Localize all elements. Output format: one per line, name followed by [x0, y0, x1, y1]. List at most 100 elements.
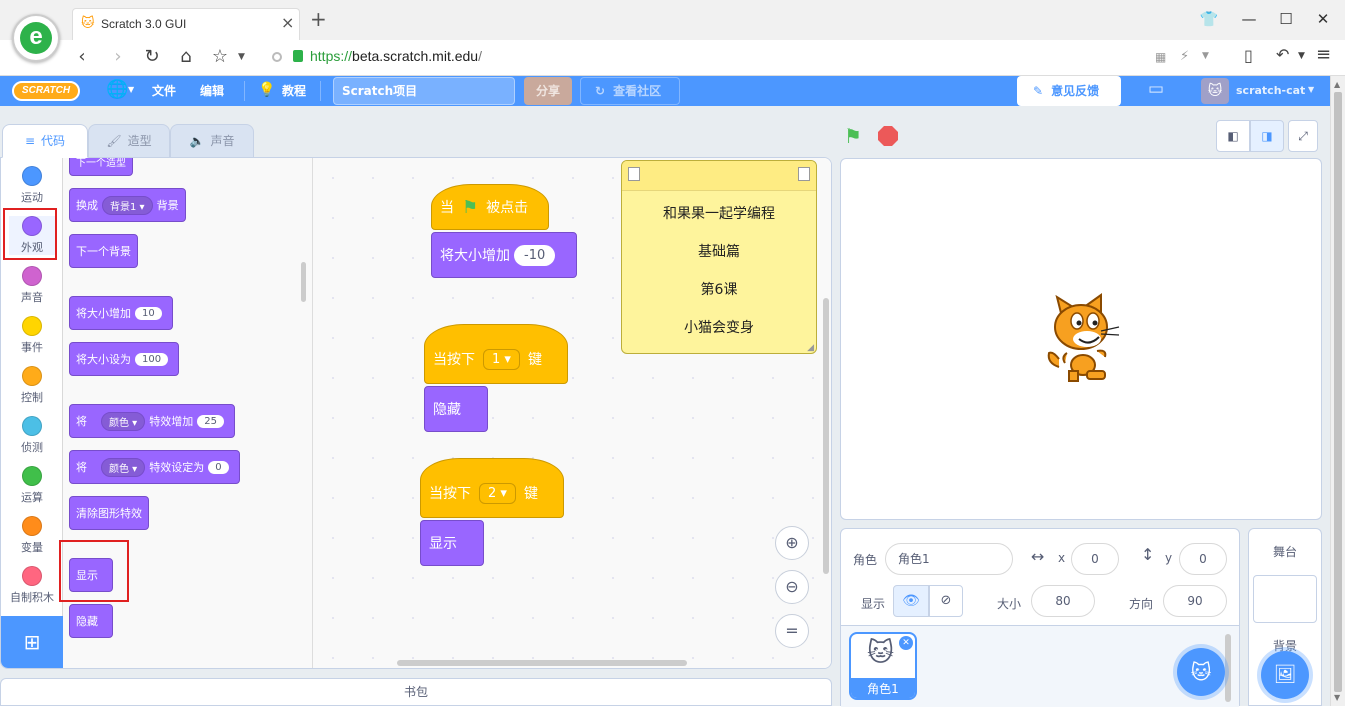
sprite-list-scrollbar[interactable]	[1225, 634, 1231, 702]
stage-selector[interactable]: 舞台 背景 🖼	[1248, 528, 1322, 706]
language-dropdown-icon[interactable]: ▼	[128, 85, 134, 94]
category-motion[interactable]: 运动	[9, 166, 55, 205]
effect-dropdown-2[interactable]: 颜色 ▾	[101, 457, 146, 477]
change-size-block[interactable]: 将大小增加 -10	[431, 232, 577, 278]
tutorials-bulb-icon[interactable]: 💡	[258, 82, 275, 98]
scratch-logo[interactable]: SCRATCH	[12, 81, 80, 101]
y-field[interactable]: 0	[1179, 543, 1227, 575]
project-title-input[interactable]: Scratch项目	[333, 77, 515, 105]
hide-visible-button[interactable]: ⊘	[929, 585, 963, 617]
effect-change-input[interactable]: 25	[197, 414, 224, 428]
palette-block-switch-backdrop[interactable]: 换成 背景1 ▾ 背景	[69, 188, 186, 222]
menu-icon[interactable]: ≡	[1316, 44, 1331, 65]
when-key-pressed-hat-2[interactable]: 当按下 2 ▾ 键	[420, 458, 564, 518]
key1-dropdown[interactable]: 1 ▾	[483, 348, 520, 370]
dropdown-icon[interactable]: ▼	[1202, 51, 1209, 61]
page-scrollbar[interactable]: ▲ ▼	[1330, 76, 1345, 706]
palette-block-next-backdrop[interactable]: 下一个背景	[69, 234, 138, 268]
reload-icon[interactable]: ↻	[140, 46, 164, 67]
new-tab-button[interactable]: +	[310, 9, 327, 29]
workspace-hscrollbar[interactable]	[397, 660, 687, 666]
add-backdrop-button[interactable]: 🖼	[1261, 651, 1309, 699]
note-header[interactable]	[622, 161, 816, 191]
zoom-out-button[interactable]: ⊖	[775, 570, 809, 604]
delete-sprite-icon[interactable]: ✕	[899, 636, 913, 650]
effect-dropdown[interactable]: 颜色 ▾	[101, 411, 146, 431]
address-bar[interactable]: https://beta.scratch.mit.edu/	[310, 48, 482, 64]
script-workspace[interactable]: 当 ⚑ 被点击 将大小增加 -10 当按下 1 ▾ 键 隐藏 当按下 2 ▾ 键…	[313, 158, 831, 668]
undo-dropdown-icon[interactable]: ▼	[1298, 51, 1305, 61]
category-events[interactable]: 事件	[9, 316, 55, 355]
username[interactable]: scratch-cat	[1236, 76, 1305, 106]
palette-scrollbar[interactable]	[301, 262, 306, 302]
qr-icon[interactable]: ▦	[1155, 50, 1166, 64]
change-size-input[interactable]: 10	[135, 306, 162, 320]
menu-edit[interactable]: 编辑	[200, 76, 224, 106]
when-flag-clicked-hat[interactable]: 当 ⚑ 被点击	[431, 184, 549, 230]
account-dropdown-icon[interactable]: ▼	[1308, 85, 1314, 94]
effect-set-input[interactable]: 0	[208, 460, 229, 474]
skin-icon[interactable]: 👕	[1196, 10, 1222, 28]
stage-canvas[interactable]	[840, 158, 1322, 520]
bookmark-dropdown-icon[interactable]: ▼	[238, 52, 245, 62]
change-size-script-input[interactable]: -10	[514, 244, 556, 266]
zoom-reset-button[interactable]: =	[775, 614, 809, 648]
note-collapse-icon[interactable]	[628, 167, 640, 181]
show-visible-button[interactable]: 👁	[893, 585, 929, 617]
close-tab-icon[interactable]: ×	[281, 13, 294, 32]
palette-block-set-size[interactable]: 将大小设为 100	[69, 342, 180, 376]
tab-costumes[interactable]: 🖌 造型	[88, 124, 170, 158]
tab-sounds[interactable]: 🔈 声音	[170, 124, 254, 158]
close-window-icon[interactable]: ✕	[1310, 10, 1336, 28]
palette-block-hide[interactable]: 隐藏	[69, 604, 113, 638]
scratch-cat-sprite[interactable]	[1039, 293, 1123, 383]
x-field[interactable]: 0	[1071, 543, 1119, 575]
undo-icon[interactable]: ↶	[1276, 45, 1289, 64]
hide-block[interactable]: 隐藏	[424, 386, 488, 432]
key2-dropdown[interactable]: 2 ▾	[479, 482, 516, 504]
palette-block-next-costume[interactable]: 下一个造型	[69, 158, 133, 176]
category-control[interactable]: 控制	[9, 366, 55, 405]
palette-block-clear-effects[interactable]: 清除图形特效	[69, 496, 149, 530]
tab-code[interactable]: ≡ 代码	[2, 124, 88, 158]
palette-block-change-effect[interactable]: 将 颜色 ▾ 特效增加 25	[69, 404, 235, 438]
category-variables[interactable]: 变量	[9, 516, 55, 555]
home-icon[interactable]: ⌂	[174, 46, 198, 67]
workspace-vscrollbar[interactable]	[823, 298, 829, 574]
palette-block-set-effect[interactable]: 将 颜色 ▾ 特效设定为 0	[69, 450, 240, 484]
note-close-icon[interactable]	[798, 167, 810, 181]
comment-note[interactable]: 和果果一起学编程 基础篇 第6课 小猫会变身 ◢	[621, 160, 817, 354]
category-operators[interactable]: 运算	[9, 466, 55, 505]
my-stuff-folder-icon[interactable]: ▭	[1148, 79, 1164, 99]
category-my-blocks[interactable]: 自制积木	[3, 566, 61, 605]
sprite-name-field[interactable]: 角色1	[885, 543, 1013, 575]
menu-file[interactable]: 文件	[152, 76, 176, 106]
category-sound[interactable]: 声音	[9, 266, 55, 305]
fullscreen-button[interactable]: ⤢	[1288, 120, 1318, 152]
maximize-icon[interactable]: ☐	[1273, 10, 1299, 28]
show-block[interactable]: 显示	[420, 520, 484, 566]
when-key-pressed-hat-1[interactable]: 当按下 1 ▾ 键	[424, 324, 568, 384]
direction-field[interactable]: 90	[1163, 585, 1227, 617]
palette-block-change-size[interactable]: 将大小增加 10	[69, 296, 173, 330]
reading-mode-icon[interactable]: ▯	[1244, 46, 1253, 65]
size-field[interactable]: 80	[1031, 585, 1095, 617]
small-stage-button[interactable]: ◧	[1216, 120, 1250, 152]
green-flag-button[interactable]: ⚑	[844, 124, 862, 148]
browser-tab[interactable]: 🐱 Scratch 3.0 GUI ×	[72, 8, 300, 40]
see-community-button[interactable]: ↻ 查看社区	[580, 77, 680, 105]
share-button[interactable]: 分享	[524, 77, 572, 105]
forward-icon[interactable]: ›	[106, 46, 130, 67]
set-size-input[interactable]: 100	[135, 352, 169, 366]
sprite-tile[interactable]: 🐱 ✕ 角色1	[849, 632, 917, 700]
backdrop-dropdown[interactable]: 背景1 ▾	[102, 195, 153, 215]
backpack[interactable]: 书包	[0, 678, 832, 706]
note-resize-icon[interactable]: ◢	[807, 343, 814, 353]
bookmark-star-icon[interactable]: ☆	[208, 46, 232, 67]
feedback-button[interactable]: ✎ 意见反馈	[1017, 76, 1121, 106]
category-sensing[interactable]: 侦测	[9, 416, 55, 455]
stop-button[interactable]	[878, 126, 898, 146]
lightning-icon[interactable]: ⚡	[1180, 49, 1189, 64]
large-stage-button[interactable]: ◨	[1250, 120, 1284, 152]
add-sprite-button[interactable]: 🐱	[1177, 648, 1225, 696]
